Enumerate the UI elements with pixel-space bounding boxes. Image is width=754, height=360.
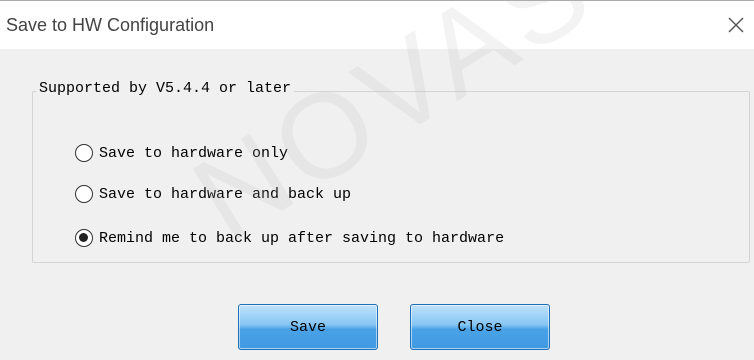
close-button[interactable]: Close: [410, 304, 550, 350]
radio-save-to-hardware-and-back-up[interactable]: Save to hardware and back up: [75, 183, 351, 205]
close-icon[interactable]: [724, 13, 748, 37]
radio-button-selected[interactable]: [75, 229, 93, 247]
dialog-title: Save to HW Configuration: [6, 15, 215, 35]
radio-label: Remind me to back up after saving to har…: [99, 229, 505, 247]
radio-remind-me-to-back-up[interactable]: Remind me to back up after saving to har…: [75, 227, 504, 249]
title-bar: Save to HW Configuration: [0, 1, 754, 50]
save-button[interactable]: Save: [238, 304, 378, 350]
group-legend: Supported by V5.4.4 or later: [36, 80, 295, 97]
radio-button[interactable]: [75, 144, 93, 162]
save-to-hw-dialog: Save to HW Configuration Supported by V5…: [0, 0, 754, 360]
radio-save-to-hardware-only[interactable]: Save to hardware only: [75, 142, 288, 164]
radio-button[interactable]: [75, 185, 93, 203]
radio-label: Save to hardware and back up: [99, 185, 352, 203]
radio-label: Save to hardware only: [99, 144, 289, 162]
